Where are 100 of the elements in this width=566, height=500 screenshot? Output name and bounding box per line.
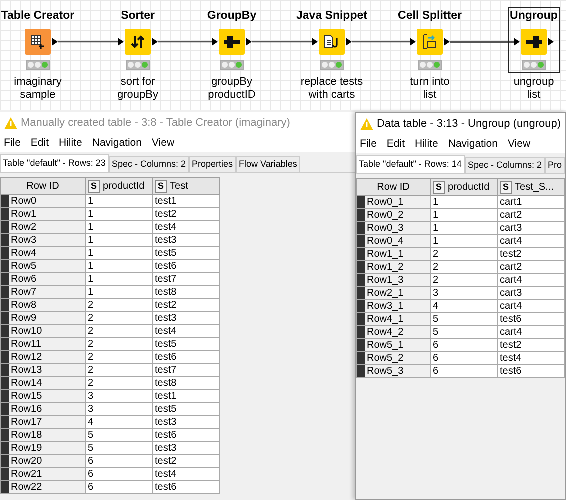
- table-cell: test6: [152, 350, 220, 364]
- table-cell: 6: [430, 352, 498, 364]
- row-id-cell: Row5: [9, 260, 86, 272]
- table-cell: 2: [86, 298, 152, 312]
- row-marker: [356, 352, 365, 364]
- table-cell: test3: [152, 312, 220, 324]
- menu-item[interactable]: Hilite: [415, 138, 438, 150]
- row-marker: [0, 298, 9, 312]
- bracket-join-icon: [224, 36, 240, 48]
- menu-item[interactable]: Edit: [386, 138, 406, 150]
- table-cell: test4: [152, 468, 220, 480]
- table-cell: 1: [86, 208, 152, 220]
- table-cell: test8: [152, 376, 220, 390]
- node-description: groupBy productID: [208, 76, 256, 102]
- status-lights-icon: [26, 60, 50, 70]
- table-cell: 2: [86, 338, 152, 350]
- row-marker: [0, 442, 9, 454]
- warning-icon: [4, 116, 18, 130]
- menu-item[interactable]: File: [4, 137, 21, 149]
- row-id-cell: Row1_2: [365, 260, 430, 274]
- table-cell: test7: [152, 272, 220, 286]
- column-header[interactable]: Test_S...: [515, 182, 554, 192]
- row-marker: [356, 326, 365, 338]
- tab[interactable]: Pro: [544, 157, 565, 173]
- menu-item[interactable]: Navigation: [92, 137, 142, 149]
- tab[interactable]: Table "default" - Rows: 23: [0, 154, 109, 172]
- menu-item[interactable]: File: [360, 138, 377, 150]
- row-marker: [0, 468, 9, 480]
- menu-item[interactable]: Hilite: [59, 137, 82, 149]
- row-id-cell: Row19: [9, 442, 86, 454]
- node-icon-tile[interactable]: [318, 29, 345, 55]
- row-id-cell: Row0_1: [365, 196, 430, 208]
- menu-item[interactable]: Edit: [30, 137, 50, 149]
- row-marker: [0, 428, 9, 442]
- table-cell: test4: [152, 324, 220, 338]
- row-id-cell: Row16: [9, 402, 86, 416]
- row-marker: [356, 208, 365, 222]
- connection-arrow: [152, 38, 218, 46]
- node-icon-tile[interactable]: [218, 29, 245, 55]
- row-marker: [0, 376, 9, 390]
- table-cell: 1: [86, 194, 152, 208]
- node-icon-tile[interactable]: [25, 29, 51, 55]
- row-id-cell: Row6: [9, 272, 86, 286]
- row-marker: [356, 364, 365, 378]
- table-plus-icon: [31, 35, 45, 49]
- tab[interactable]: Flow Variables: [236, 156, 300, 172]
- menu-item[interactable]: Navigation: [448, 138, 498, 150]
- node-icon-tile[interactable]: [521, 29, 547, 55]
- row-marker: [0, 286, 9, 298]
- string-type-badge: S: [88, 180, 100, 192]
- row-id-cell: Row8: [9, 298, 86, 312]
- column-header[interactable]: productId: [448, 182, 490, 192]
- table-cell: test6: [152, 428, 220, 442]
- node-description: imaginary sample: [14, 76, 62, 102]
- table-cell: test5: [152, 338, 220, 350]
- row-id-cell: Row3_1: [365, 300, 430, 312]
- row-marker: [356, 196, 365, 208]
- row-id-cell: Row4_1: [365, 312, 430, 326]
- column-header[interactable]: Row ID: [0, 178, 86, 194]
- tab[interactable]: Spec - Columns: 2: [108, 156, 189, 172]
- table-cell: 4: [86, 416, 152, 428]
- column-header[interactable]: Row ID: [356, 178, 430, 196]
- row-id-cell: Row5_2: [365, 352, 430, 364]
- status-lights-icon: [522, 60, 546, 70]
- string-type-badge: S: [155, 180, 168, 192]
- row-id-cell: Row0: [9, 194, 86, 208]
- table-cell: 2: [86, 376, 152, 390]
- table-cell: 3: [86, 390, 152, 402]
- table-cell: 5: [430, 326, 498, 338]
- row-id-cell: Row0_2: [365, 208, 430, 222]
- row-marker: [356, 248, 365, 260]
- tab[interactable]: Spec - Columns: 2: [464, 157, 545, 173]
- tab[interactable]: Table "default" - Rows: 14: [356, 155, 465, 173]
- menu-item[interactable]: View: [508, 138, 531, 150]
- table-cell: test5: [152, 246, 220, 260]
- connection-arrow: [346, 38, 416, 46]
- row-id-cell: Row21: [9, 468, 86, 480]
- menu-item[interactable]: View: [152, 137, 175, 149]
- row-marker: [356, 312, 365, 326]
- column-header[interactable]: Test: [170, 180, 188, 192]
- row-id-cell: Row15: [9, 390, 86, 402]
- node-icon-tile[interactable]: [125, 29, 151, 55]
- status-lights-icon: [126, 60, 150, 70]
- row-marker: [356, 234, 365, 248]
- node-icon-tile[interactable]: [417, 29, 443, 55]
- table-cell: cart4: [498, 300, 564, 312]
- table-cell: test6: [498, 312, 564, 326]
- column-header[interactable]: productId: [103, 180, 145, 192]
- row-id-cell: Row9: [9, 312, 86, 324]
- tab[interactable]: Properties: [188, 156, 236, 172]
- table-cell: 1: [430, 196, 498, 208]
- table-cell: 5: [86, 442, 152, 454]
- table-cell: cart3: [498, 286, 564, 300]
- node-title: GroupBy: [206, 9, 258, 24]
- table-cell: 6: [86, 480, 152, 494]
- table-cell: test2: [152, 454, 220, 468]
- table-cell: 2: [430, 260, 498, 274]
- row-id-cell: Row12: [9, 350, 86, 364]
- node-title: Table Creator: [0, 9, 76, 24]
- node-description: replace tests with carts: [300, 76, 364, 102]
